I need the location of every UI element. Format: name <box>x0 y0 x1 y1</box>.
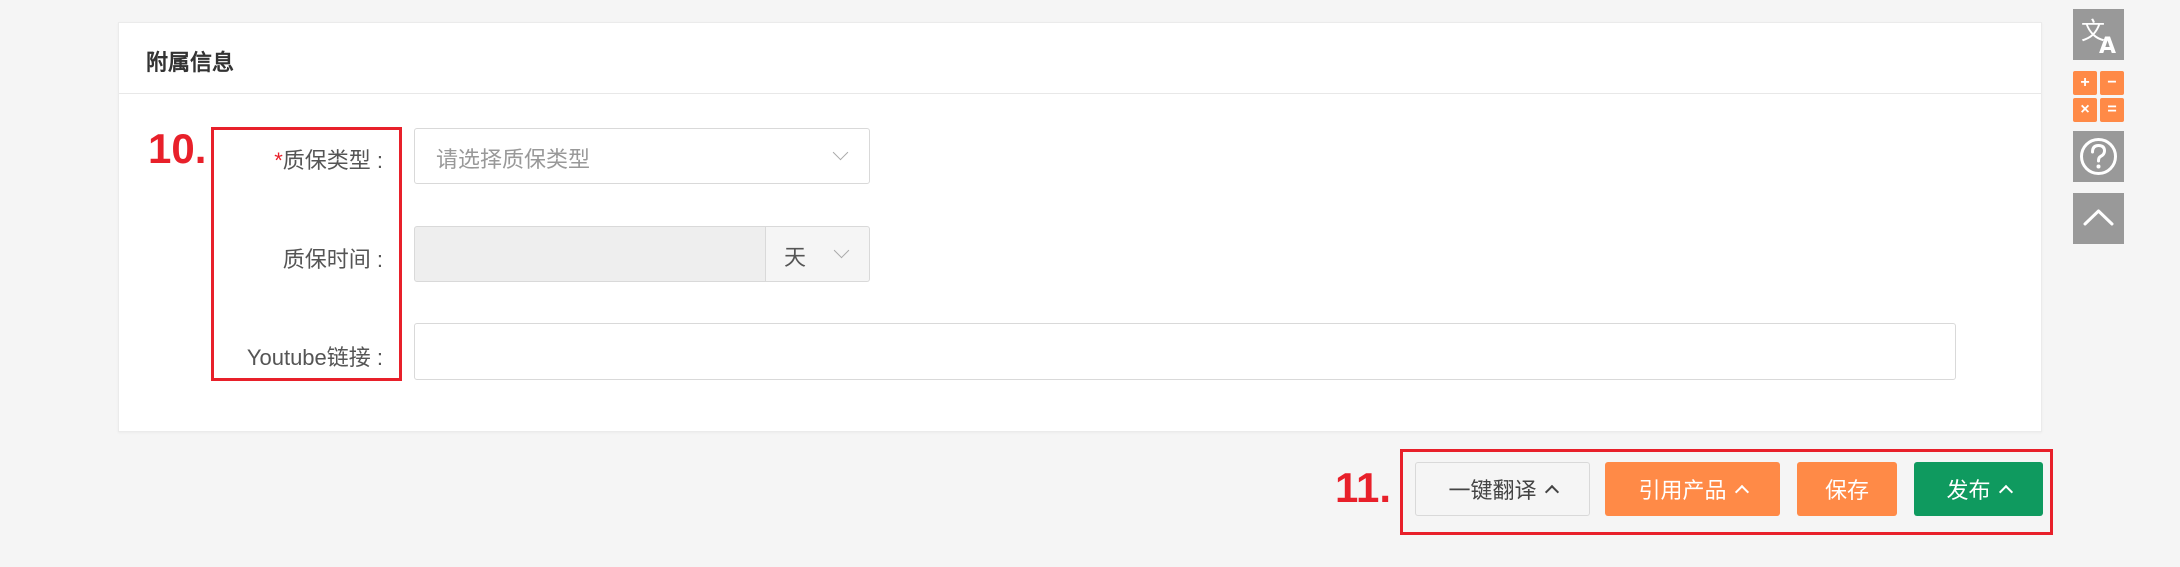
translate-button-label: 一键翻译 <box>1448 478 1537 503</box>
youtube-link-input[interactable] <box>414 323 1956 380</box>
card-header: 附属信息 <box>119 23 2041 94</box>
caret-up-icon <box>1998 484 2013 500</box>
reference-product-button[interactable]: 引用产品 <box>1605 462 1780 516</box>
annotation-10-label: 10. <box>148 125 207 172</box>
card-title: 附属信息 <box>146 50 235 75</box>
warranty-type-placeholder: 请选择质保类型 <box>436 147 591 172</box>
save-button[interactable]: 保存 <box>1797 462 1897 516</box>
publish-button-label: 发布 <box>1946 478 1991 503</box>
warranty-time-unit: 天 <box>784 245 807 270</box>
one-click-translate-button[interactable]: 一键翻译 <box>1415 462 1590 516</box>
translate-icon-graphic: 文 A <box>2081 17 2116 59</box>
publish-button[interactable]: 发布 <box>1914 462 2043 516</box>
chevron-down-icon <box>833 242 850 259</box>
warranty-time-input[interactable] <box>414 226 766 282</box>
warranty-type-select[interactable]: 请选择质保类型 <box>414 128 870 184</box>
calc-minus: − <box>2100 71 2124 95</box>
save-button-label: 保存 <box>1824 478 1869 503</box>
svg-text:A: A <box>2099 34 2116 59</box>
youtube-link-label: Youtube链接 : <box>246 345 383 370</box>
required-mark: * <box>274 148 283 173</box>
caret-up-icon <box>1734 484 1749 500</box>
help-icon-graphic <box>2080 138 2117 175</box>
back-to-top-icon-graphic <box>2083 209 2114 226</box>
calc-equals: = <box>2100 98 2124 122</box>
translate-icon[interactable]: 文 A <box>2073 9 2124 60</box>
caret-up-icon <box>1544 484 1559 500</box>
calc-plus: + <box>2073 71 2097 95</box>
calculator-icon[interactable]: + − × = <box>2073 71 2124 122</box>
help-icon[interactable] <box>2073 131 2124 182</box>
warranty-type-label-text: 质保类型 : <box>282 148 383 173</box>
page: 附属信息 10. *质保类型 : 请选择质保类型 质保时间 : 天 Youtub… <box>0 0 2180 567</box>
annotation-11-label: 11. <box>1335 464 1392 511</box>
warranty-type-label: *质保类型 : <box>274 143 383 175</box>
warranty-time-label: 质保时间 : <box>282 247 383 272</box>
chevron-down-icon <box>832 144 849 161</box>
reference-button-label: 引用产品 <box>1638 478 1727 503</box>
back-to-top-icon[interactable] <box>2073 193 2124 244</box>
calc-times: × <box>2073 98 2097 122</box>
warranty-time-unit-select[interactable]: 天 <box>766 226 870 282</box>
